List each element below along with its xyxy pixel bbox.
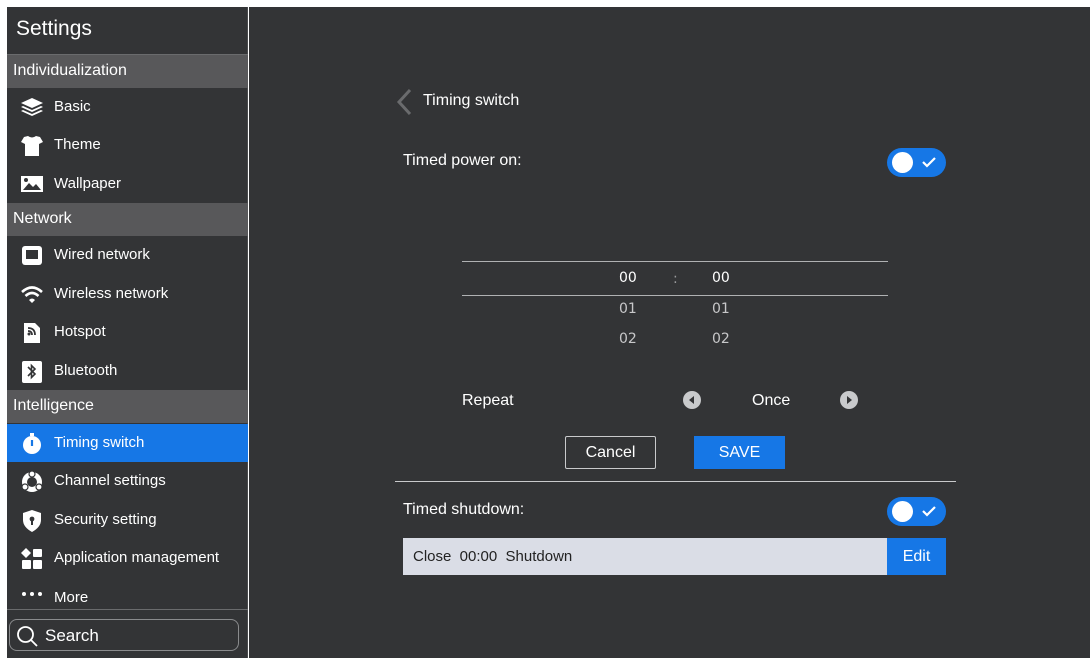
schedule-text: Close 00:00 Shutdown [413,548,573,565]
sidebar-item-more[interactable]: More [7,578,248,609]
repeat-next-button[interactable] [840,391,858,409]
bluetooth-icon [20,361,44,383]
wifi-icon [20,284,44,304]
caret-left-icon [689,396,694,404]
main-panel: Timing switch Timed power on: 00 : 00 01… [249,7,1090,658]
stopwatch-icon [20,433,44,454]
cancel-button[interactable]: Cancel [565,436,656,469]
back-button[interactable] [394,88,416,116]
sidebar-item-channel-settings[interactable]: Channel settings [7,462,248,500]
app-title: Settings [16,17,92,40]
hour-selected[interactable]: 00 [619,270,637,286]
hour-option[interactable]: 02 [619,331,637,347]
section-network: Network [7,203,248,236]
sidebar-item-label: Timing switch [54,434,145,451]
timed-power-on-toggle[interactable] [887,148,946,177]
sidebar-item-label: Channel settings [54,472,166,489]
minute-selected[interactable]: 00 [712,270,730,286]
timed-shutdown-toggle[interactable] [887,497,946,526]
section-label: Network [13,210,72,227]
sidebar-item-label: Basic [54,98,91,115]
section-individualization: Individualization [7,55,248,88]
repeat-prev-button[interactable] [683,391,701,409]
sidebar-item-theme[interactable]: Theme [7,126,248,164]
more-dots-icon [20,587,44,607]
sidebar-item-application-management[interactable]: Application management [7,539,248,577]
search-input[interactable]: Search [9,619,239,651]
sidebar-item-wallpaper[interactable]: Wallpaper [7,165,248,203]
hotspot-icon [20,322,44,343]
image-icon [20,174,44,194]
sidebar-item-label: More [54,589,89,606]
apps-grid-icon [20,548,44,569]
section-label: Intelligence [13,397,94,414]
monitor-icon [20,245,44,265]
toggle-knob [892,152,913,173]
sidebar-item-label: Hotspot [54,323,106,340]
sidebar-item-timing-switch[interactable]: Timing switch [7,424,248,462]
section-intelligence: Intelligence [7,390,248,423]
layers-icon [20,97,44,117]
sidebar: Settings Individualization Basic Theme W… [7,7,248,658]
chevron-left-icon [394,88,416,120]
search-divider [7,609,248,610]
shutdown-schedule-row: Close 00:00 Shutdown Edit [403,538,946,575]
sidebar-item-hotspot[interactable]: Hotspot [7,313,248,351]
section-divider [395,481,956,482]
time-separator: : [673,271,678,287]
save-button[interactable]: SAVE [694,436,785,469]
sidebar-item-label: Wireless network [54,285,169,302]
section-label: Individualization [13,62,127,79]
caret-right-icon [847,396,852,404]
sidebar-item-label: Application management [54,549,220,566]
toggle-knob [892,501,913,522]
tshirt-icon [20,135,44,156]
checkmark-icon [922,157,936,168]
search-icon [16,625,38,647]
sidebar-item-wired-network[interactable]: Wired network [7,236,248,274]
picker-bottom-line [462,295,888,296]
timed-power-on-label: Timed power on: [403,152,522,169]
sidebar-item-label: Wired network [54,246,150,263]
repeat-value: Once [752,392,791,409]
sidebar-item-wireless-network[interactable]: Wireless network [7,275,248,313]
shield-icon [20,510,44,532]
sidebar-item-label: Theme [54,136,101,153]
sidebar-item-label: Security setting [54,511,157,528]
channel-icon [20,470,44,492]
hour-option[interactable]: 01 [619,301,637,317]
edit-button[interactable]: Edit [887,538,946,575]
checkmark-icon [922,506,936,517]
sidebar-item-label: Bluetooth [54,362,118,379]
repeat-label: Repeat [462,392,514,409]
sidebar-item-basic[interactable]: Basic [7,88,248,126]
sidebar-item-label: Wallpaper [54,175,121,192]
minute-option[interactable]: 02 [712,331,730,347]
picker-top-line [462,261,888,262]
sidebar-item-security-setting[interactable]: Security setting [7,501,248,539]
timed-shutdown-label: Timed shutdown: [403,501,525,518]
minute-option[interactable]: 01 [712,301,730,317]
page-title: Timing switch [423,92,520,109]
search-label: Search [45,626,99,645]
sidebar-item-bluetooth[interactable]: Bluetooth [7,352,248,390]
